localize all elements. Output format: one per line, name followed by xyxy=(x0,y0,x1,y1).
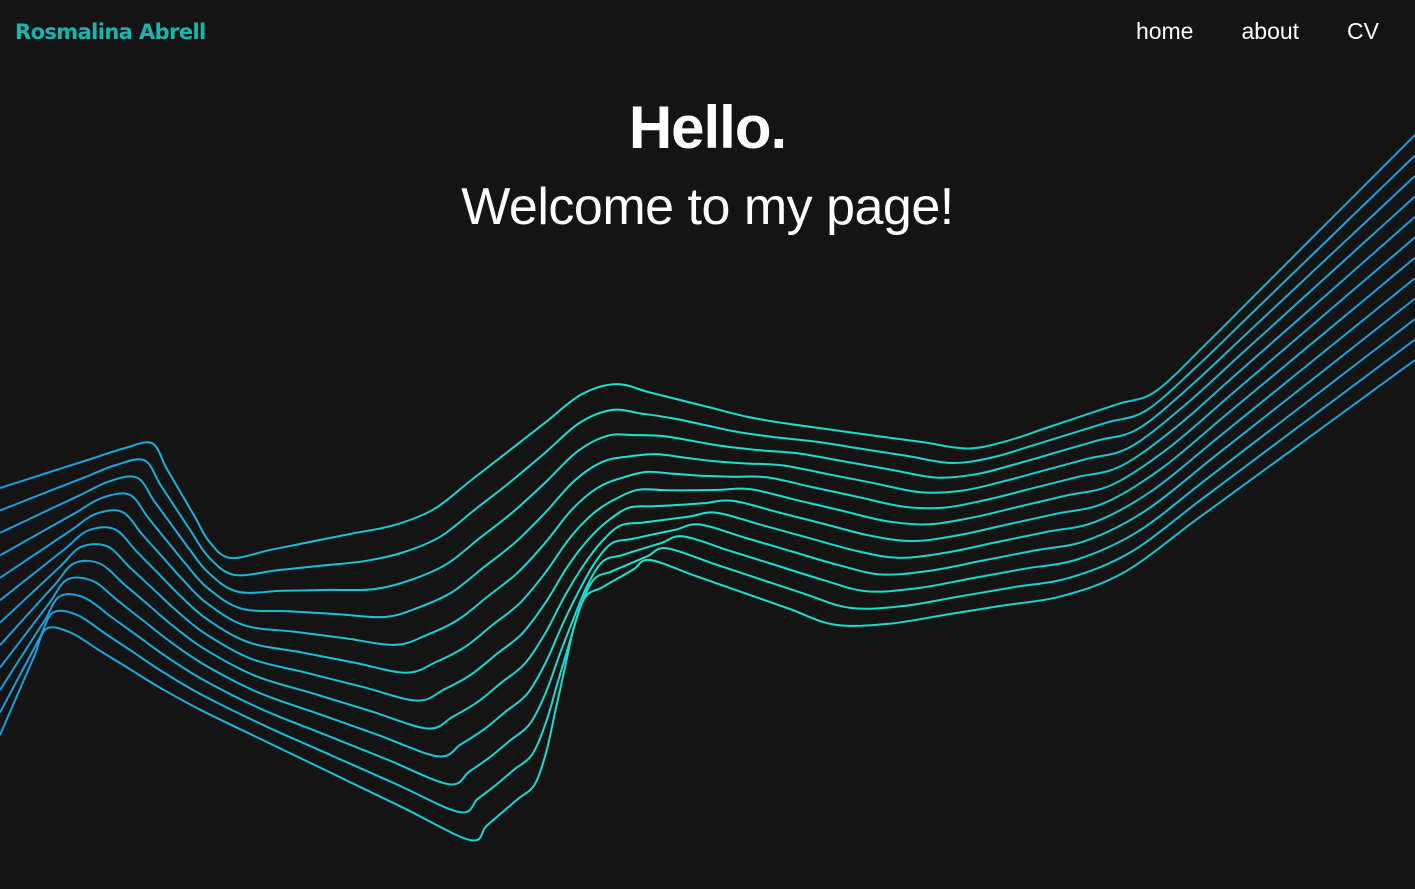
wave-line xyxy=(0,256,1415,702)
nav-link-cv[interactable]: CV xyxy=(1347,15,1379,47)
wave-line xyxy=(0,359,1415,842)
main-nav: home about CV xyxy=(1136,15,1379,47)
wave-line xyxy=(0,216,1415,646)
wave-line xyxy=(0,297,1415,758)
wave-line xyxy=(0,236,1415,674)
wave-line xyxy=(0,195,1415,619)
wave-line xyxy=(0,318,1415,786)
hero-title: Hello. xyxy=(628,94,787,161)
page: Rosmalina Abrell home about CV Hello. We… xyxy=(0,0,1415,889)
hero-subtitle: Welcome to my page! xyxy=(461,178,954,236)
nav-link-about[interactable]: about xyxy=(1241,15,1299,47)
nav-link-home[interactable]: home xyxy=(1136,15,1194,47)
wave-line xyxy=(0,338,1415,814)
wave-line xyxy=(0,277,1415,730)
brand-logo-link[interactable]: Rosmalina Abrell xyxy=(15,17,206,47)
